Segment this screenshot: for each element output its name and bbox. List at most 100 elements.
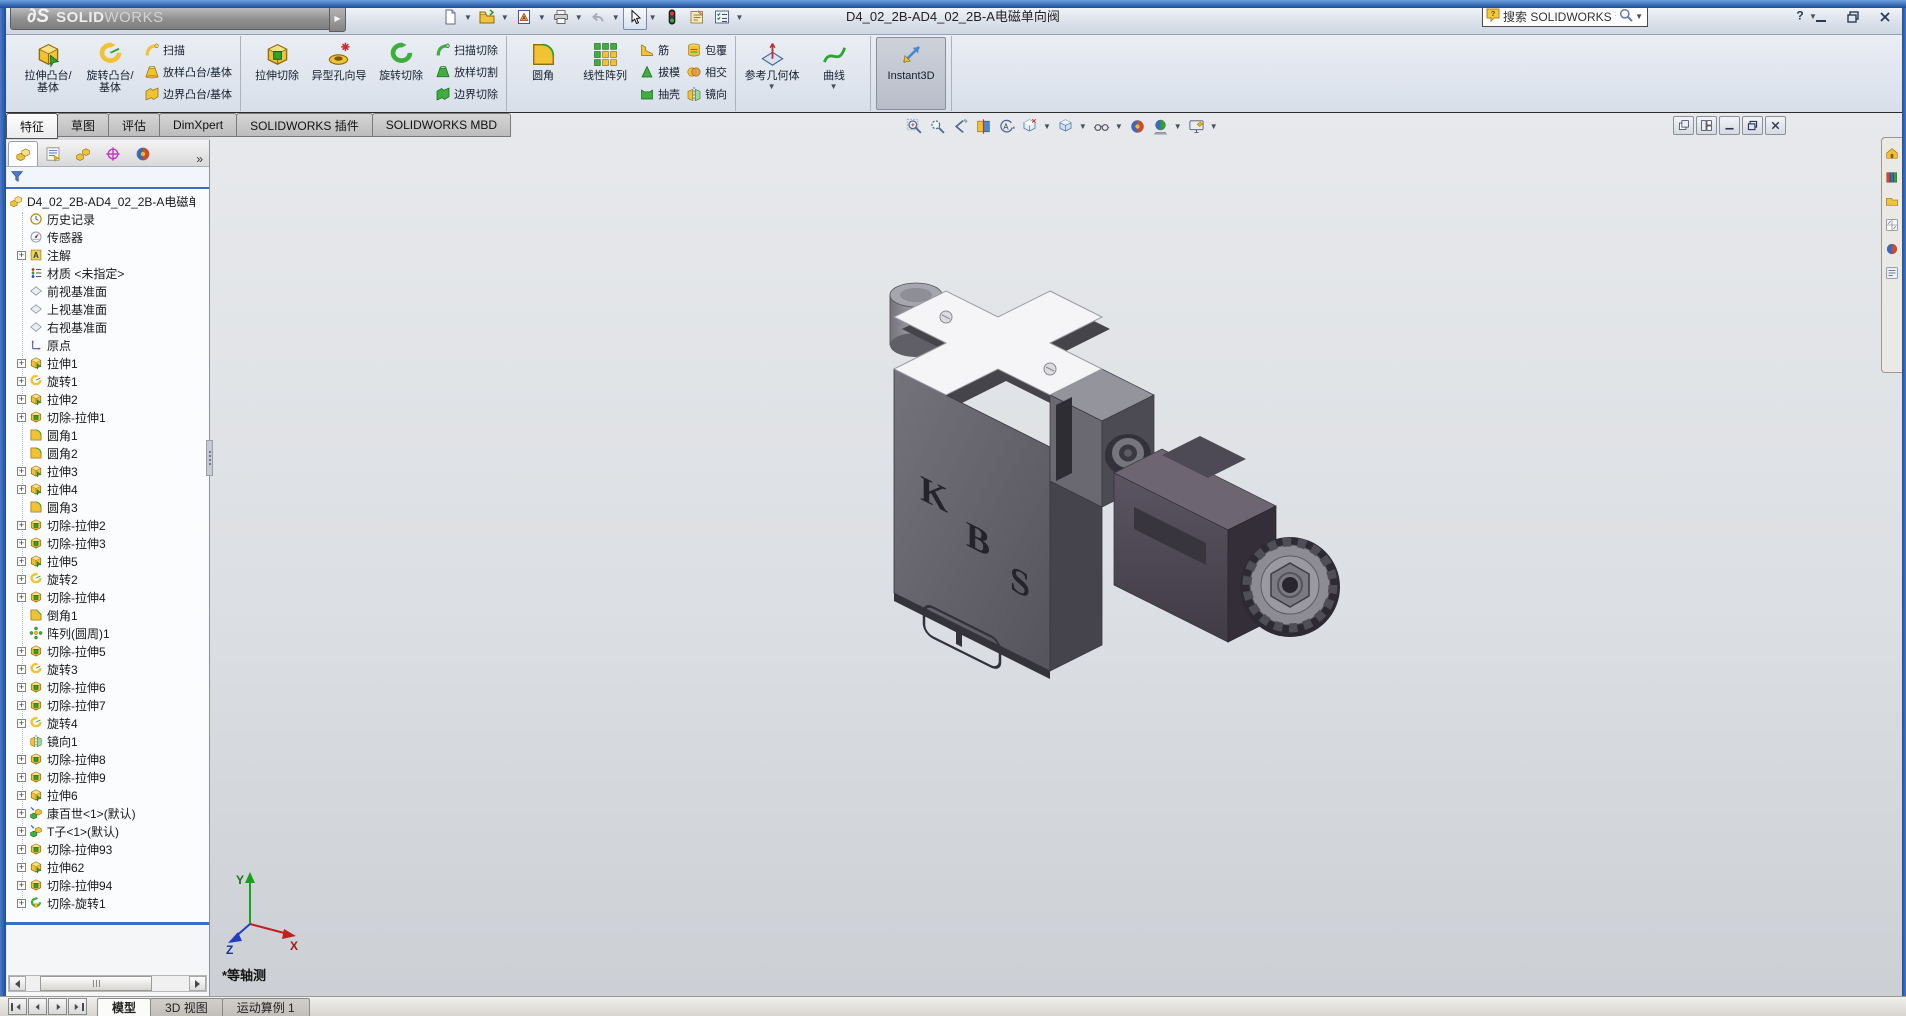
- tree-item[interactable]: +切除-拉伸2: [6, 516, 209, 534]
- doc-tab-motion-study[interactable]: 运动算例 1: [222, 998, 310, 1016]
- ref-geometry-caret-icon[interactable]: ▼: [768, 82, 776, 91]
- appearances-button[interactable]: [1885, 242, 1899, 259]
- expand-icon[interactable]: +: [17, 899, 26, 908]
- expand-icon[interactable]: +: [17, 755, 26, 764]
- menu-flyout-arrow[interactable]: ▶: [329, 4, 346, 32]
- search-icon[interactable]: [1618, 7, 1634, 26]
- scroll-left-button[interactable]: [9, 976, 26, 991]
- minimize-doc-button[interactable]: [1719, 116, 1740, 135]
- open-caret-icon[interactable]: ▼: [501, 13, 509, 22]
- panel-tab-dimxpertmanager[interactable]: [98, 141, 128, 166]
- ref-geometry-button[interactable]: 参考几何体▼: [741, 37, 803, 110]
- nav-prev-button[interactable]: [28, 998, 47, 1015]
- tree-item[interactable]: +切除-旋转1: [6, 894, 209, 912]
- cascade-button[interactable]: [1673, 116, 1694, 135]
- edit-appearance-button[interactable]: [1127, 115, 1148, 137]
- expand-icon[interactable]: +: [17, 881, 26, 890]
- loft-button[interactable]: 放样凸台/基体: [141, 61, 235, 82]
- tree-item[interactable]: +拉伸2: [6, 390, 209, 408]
- expand-icon[interactable]: +: [17, 593, 26, 602]
- tree-item[interactable]: 镜向1: [6, 732, 209, 750]
- expand-icon[interactable]: +: [17, 251, 26, 260]
- tab-评估[interactable]: 评估: [108, 113, 160, 137]
- tab-特征[interactable]: 特征: [6, 113, 58, 139]
- draft-button[interactable]: 拔模: [636, 61, 683, 82]
- tree-item[interactable]: +切除-拉伸1: [6, 408, 209, 426]
- tree-filter[interactable]: [6, 167, 209, 189]
- expand-icon[interactable]: +: [17, 773, 26, 782]
- intersect-button[interactable]: 相交: [683, 61, 730, 82]
- extrude-boss-button[interactable]: 拉伸凸台/基体: [17, 37, 79, 110]
- boundary-button[interactable]: 边界凸台/基体: [141, 83, 235, 104]
- hide-show-caret-icon[interactable]: ▼: [1115, 122, 1123, 131]
- tree-item[interactable]: +旋转1: [6, 372, 209, 390]
- display-style-caret-icon[interactable]: ▼: [1079, 122, 1087, 131]
- tree-item[interactable]: +切除-拉伸9: [6, 768, 209, 786]
- close-button[interactable]: [1872, 7, 1898, 27]
- sweep-cut-button[interactable]: 扫描切除: [432, 39, 501, 60]
- restore-button[interactable]: [1840, 7, 1866, 27]
- custom-properties-button[interactable]: [1885, 266, 1899, 283]
- nav-next-button[interactable]: [48, 998, 67, 1015]
- wrap-button[interactable]: 包覆: [683, 39, 730, 60]
- expand-icon[interactable]: +: [17, 863, 26, 872]
- view-palette-button[interactable]: [1885, 218, 1899, 235]
- tree-root-item[interactable]: D4_02_2B-AD4_02_2B-A电磁单向阀: [6, 192, 209, 210]
- panel-tabs-overflow[interactable]: »: [190, 152, 209, 166]
- tree-item[interactable]: 倒角1: [6, 606, 209, 624]
- search-box[interactable]: ? ▼: [1482, 6, 1648, 27]
- model-3d-view[interactable]: K B S: [828, 259, 1348, 879]
- apply-scene-caret-icon[interactable]: ▼: [1174, 122, 1182, 131]
- expand-icon[interactable]: +: [17, 701, 26, 710]
- panel-tab-configurationmanager[interactable]: [68, 141, 98, 166]
- expand-icon[interactable]: +: [17, 575, 26, 584]
- curves-button[interactable]: 曲线▼: [803, 37, 865, 110]
- tree-item[interactable]: +拉伸62: [6, 858, 209, 876]
- view-orientation-button[interactable]: [1019, 115, 1040, 137]
- tree-item[interactable]: +切除-拉伸4: [6, 588, 209, 606]
- tree-item[interactable]: 圆角1: [6, 426, 209, 444]
- expand-icon[interactable]: +: [17, 791, 26, 800]
- tree-item[interactable]: 历史记录: [6, 210, 209, 228]
- tree-item[interactable]: 前视基准面: [6, 282, 209, 300]
- expand-icon[interactable]: +: [17, 377, 26, 386]
- scroll-track[interactable]: [26, 976, 189, 991]
- panel-tab-featuremanager[interactable]: [8, 141, 38, 166]
- tree-item[interactable]: +切除-拉伸94: [6, 876, 209, 894]
- file-explorer-button[interactable]: [1885, 194, 1899, 211]
- tree-item[interactable]: +拉伸4: [6, 480, 209, 498]
- linear-pattern-button[interactable]: 线性阵列: [574, 37, 636, 110]
- restore-doc-button[interactable]: [1742, 116, 1763, 135]
- minimize-button[interactable]: [1808, 7, 1834, 27]
- expand-icon[interactable]: +: [17, 359, 26, 368]
- make-drawing-caret-icon[interactable]: ▼: [538, 13, 546, 22]
- tree-item[interactable]: +切除-拉伸3: [6, 534, 209, 552]
- expand-icon[interactable]: +: [17, 809, 26, 818]
- graphics-area[interactable]: A▼▼▼▼▼: [210, 113, 1902, 996]
- tree-item[interactable]: 传感器: [6, 228, 209, 246]
- previous-view-button[interactable]: [950, 115, 971, 137]
- hole-wizard-button[interactable]: 异型孔向导: [308, 37, 370, 110]
- tree-item[interactable]: +T子<1>(默认): [6, 822, 209, 840]
- tree-item[interactable]: +A注解: [6, 246, 209, 264]
- section-view-button[interactable]: [973, 115, 994, 137]
- search-input[interactable]: [1501, 9, 1618, 25]
- view-settings-button[interactable]: [1186, 115, 1207, 137]
- close-doc-button[interactable]: [1765, 116, 1786, 135]
- tree-item[interactable]: 右视基准面: [6, 318, 209, 336]
- revolve-cut-button[interactable]: 旋转切除: [370, 37, 432, 110]
- curves-caret-icon[interactable]: ▼: [830, 82, 838, 91]
- tree-item[interactable]: +切除-拉伸8: [6, 750, 209, 768]
- sweep-button[interactable]: 扫描: [141, 39, 235, 60]
- loft-cut-button[interactable]: 放样切割: [432, 61, 501, 82]
- design-library-button[interactable]: [1885, 170, 1899, 187]
- tree-item[interactable]: 材质 <未指定>: [6, 264, 209, 282]
- instant3d-button[interactable]: Instant3D: [876, 37, 946, 110]
- tree-item[interactable]: +康百世<1>(默认): [6, 804, 209, 822]
- panel-resize-grip[interactable]: [206, 440, 213, 476]
- tree-item[interactable]: +旋转4: [6, 714, 209, 732]
- hide-show-button[interactable]: [1091, 115, 1112, 137]
- expand-icon[interactable]: +: [17, 413, 26, 422]
- tree-item[interactable]: 上视基准面: [6, 300, 209, 318]
- panel-tab-displaymanager[interactable]: [128, 141, 158, 166]
